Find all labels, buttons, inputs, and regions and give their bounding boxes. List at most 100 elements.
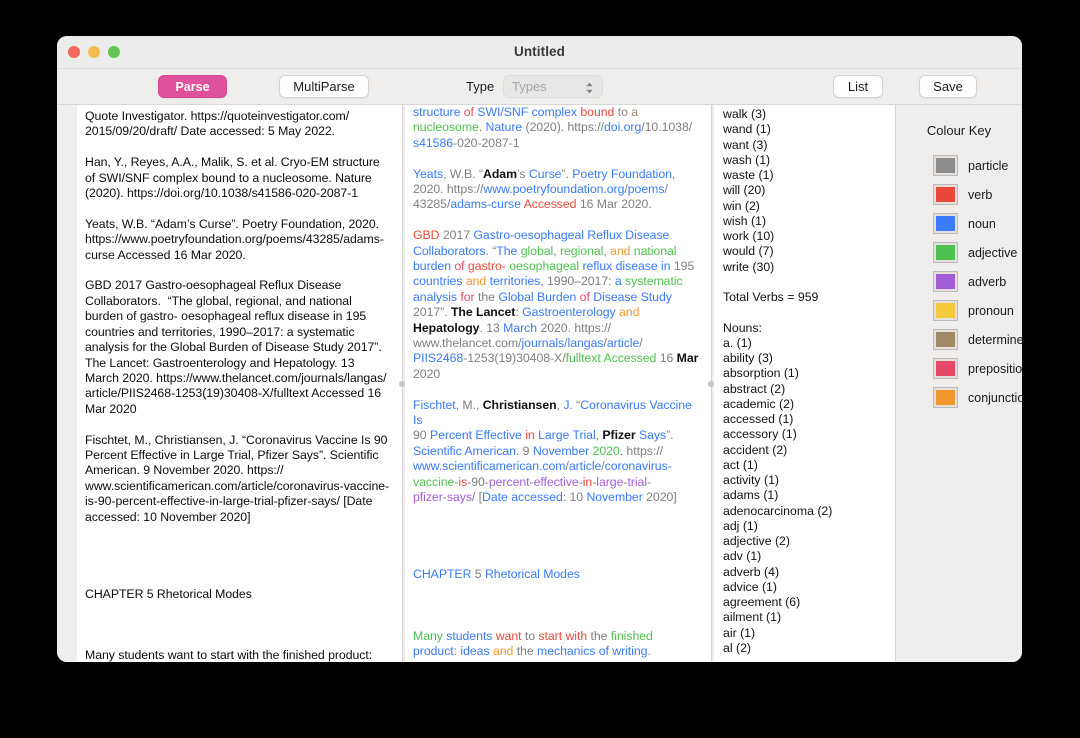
parsed-token-plain: www.thelancet.com	[413, 336, 519, 351]
parsed-token-determiner: a	[631, 105, 639, 119]
word-list-item: accessory (1)	[723, 427, 797, 442]
colour-swatch-verb	[934, 185, 957, 204]
parsed-token-noun: poems	[627, 182, 665, 197]
parsed-token-noun: article	[568, 459, 602, 474]
parsed-token-plain: . https://	[619, 443, 663, 458]
word-list-item: act (1)	[723, 457, 758, 472]
parsed-token-plain: 2020	[413, 366, 441, 381]
multiparse-button[interactable]: MultiParse	[279, 75, 369, 98]
parsed-token-plain: 5	[471, 567, 485, 582]
parsed-line: www.scientificamerican.com/article/coron…	[413, 459, 704, 474]
parsed-token-adjective: Many	[413, 628, 443, 643]
word-list-item: work (10)	[723, 229, 775, 243]
parsed-token-noun: Disease	[625, 228, 670, 243]
parsed-token-noun: Modes	[543, 567, 580, 582]
word-list-item: win (2)	[723, 198, 760, 213]
parsed-token-noun: Poetry	[572, 166, 608, 181]
parsed-token-plain: the	[516, 644, 534, 659]
parsed-text-pane[interactable]: structure of SWI/SNF complex bound to a n…	[405, 105, 711, 662]
parsed-token-noun: Nature	[485, 120, 523, 135]
pane-splitter-mid[interactable]	[707, 105, 714, 662]
parsed-token-adjective: 2020	[592, 443, 620, 458]
parsed-token-noun: a	[614, 274, 622, 289]
source-text[interactable]: Quote Investigator. https://quoteinvesti…	[77, 105, 402, 662]
parsed-token-noun: territories	[489, 274, 541, 289]
parsed-token-plain: the	[590, 628, 608, 643]
word-list-item: accident (2)	[723, 442, 788, 457]
parsed-token-plain: 2017	[439, 228, 474, 243]
save-button[interactable]: Save	[919, 75, 977, 98]
parsed-token-preposition: of	[454, 259, 465, 274]
type-select[interactable]: Types	[503, 75, 603, 98]
parsed-token-plain: 2020. https://	[413, 182, 484, 197]
parsed-line: burden of gastro- oesophageal reflux dis…	[413, 259, 704, 274]
word-list-item: adv (1)	[723, 549, 762, 564]
parsed-line: 2020	[413, 367, 704, 382]
list-button[interactable]: List	[833, 75, 883, 98]
parsed-token-plain: . 13	[479, 320, 504, 335]
word-list-item: ability (3)	[723, 351, 773, 365]
parsed-token-noun: complex	[531, 105, 578, 119]
type-select-value: Types	[512, 79, 547, 94]
parsed-token-plain: ”.	[666, 428, 674, 443]
colour-swatch-preposition	[934, 359, 957, 378]
parsed-blank-line	[413, 521, 704, 536]
parsed-token-verb: want	[495, 628, 522, 643]
parsed-token-noun: writing	[612, 644, 648, 659]
word-list-item: Total Verbs = 959	[723, 290, 819, 304]
parsed-blank-line	[413, 552, 704, 567]
parsed-token-noun: November	[586, 490, 643, 505]
app-window: Untitled Parse MultiParse Type Types Lis…	[57, 36, 1022, 662]
parsed-blank-line	[413, 382, 704, 397]
parsed-token-plain: . “	[569, 397, 581, 412]
parsed-token-noun: Is	[413, 413, 423, 428]
parsed-token-plain: . 9	[515, 443, 533, 458]
parsed-token-noun: Gastroenterology	[522, 305, 616, 320]
parsed-token-noun: accessed	[511, 490, 563, 505]
parsed-token-verb: in	[582, 474, 593, 489]
parsed-token-noun: www.poetryfoundation.org	[483, 182, 625, 197]
pane-splitter-left[interactable]	[398, 105, 405, 662]
parsed-token-adjective: national	[633, 243, 677, 258]
window-body: Quote Investigator. https://quoteinvesti…	[57, 105, 1022, 662]
parsed-token-plain: .	[647, 644, 651, 659]
source-text-pane[interactable]: Quote Investigator. https://quoteinvesti…	[77, 105, 402, 662]
parsed-token-noun: countries	[413, 274, 463, 289]
parsed-blank-line	[413, 506, 704, 521]
word-frequency-pane[interactable]: walk (3) wand (1) want (3) wash (1) waste (1…	[714, 105, 895, 662]
parsed-line: Scientific American. 9 November 2020. ht…	[413, 444, 704, 459]
parsed-token-noun: in	[661, 259, 671, 274]
parsed-token-noun: journals	[521, 336, 565, 351]
parsed-token-noun: students	[446, 628, 493, 643]
parsed-line: www.thelancet.com/journals/langas/articl…	[413, 336, 704, 351]
parsed-line: Fischtet, M., Christiansen, J. “Coronavi…	[413, 398, 704, 429]
word-list-item: accessed (1)	[723, 412, 794, 426]
parsed-token-plain: , M.	[455, 397, 476, 412]
parsed-token-adverb: pfizer	[413, 490, 443, 505]
parsed-line: Collaborators. “The global, regional, an…	[413, 244, 704, 259]
parsed-token-noun: Foundation	[610, 166, 672, 181]
parsed-line: structure of SWI/SNF complex bound to a	[413, 105, 704, 120]
parsed-token-conjunction: and	[492, 644, 514, 659]
parsed-blank-line	[413, 582, 704, 597]
word-list-item: write (30)	[723, 259, 775, 274]
parsed-token-adjective: fulltext	[565, 351, 601, 366]
parsed-token-noun: s41586	[413, 135, 454, 150]
parse-button[interactable]: Parse	[158, 75, 227, 98]
parsed-token-noun: The	[496, 243, 518, 258]
parsed-token-noun: Fischtet	[413, 397, 456, 412]
parsed-token-adverb: trial	[627, 474, 648, 489]
parsed-token-plain: 16	[656, 351, 677, 366]
colour-swatch-particle	[934, 156, 957, 175]
parsed-token-noun: mechanics	[537, 644, 596, 659]
word-list-item: ailment (1)	[723, 610, 782, 625]
parsed-line: countries and territories, 1990–2017: a …	[413, 274, 704, 289]
parsed-token-plain: 90	[413, 428, 430, 443]
parsed-token-adjective: regional	[559, 243, 604, 258]
parsed-token-adjective: systematic	[625, 274, 683, 289]
word-list-spacer	[723, 275, 887, 290]
parsed-text: structure of SWI/SNF complex bound to a n…	[405, 105, 711, 659]
type-label: Type	[466, 79, 495, 94]
parsed-line: PIIS2468-1253(19)30408-X/fulltext Access…	[413, 351, 704, 366]
parsed-line: analysis for the Global Burden of Diseas…	[413, 290, 704, 305]
